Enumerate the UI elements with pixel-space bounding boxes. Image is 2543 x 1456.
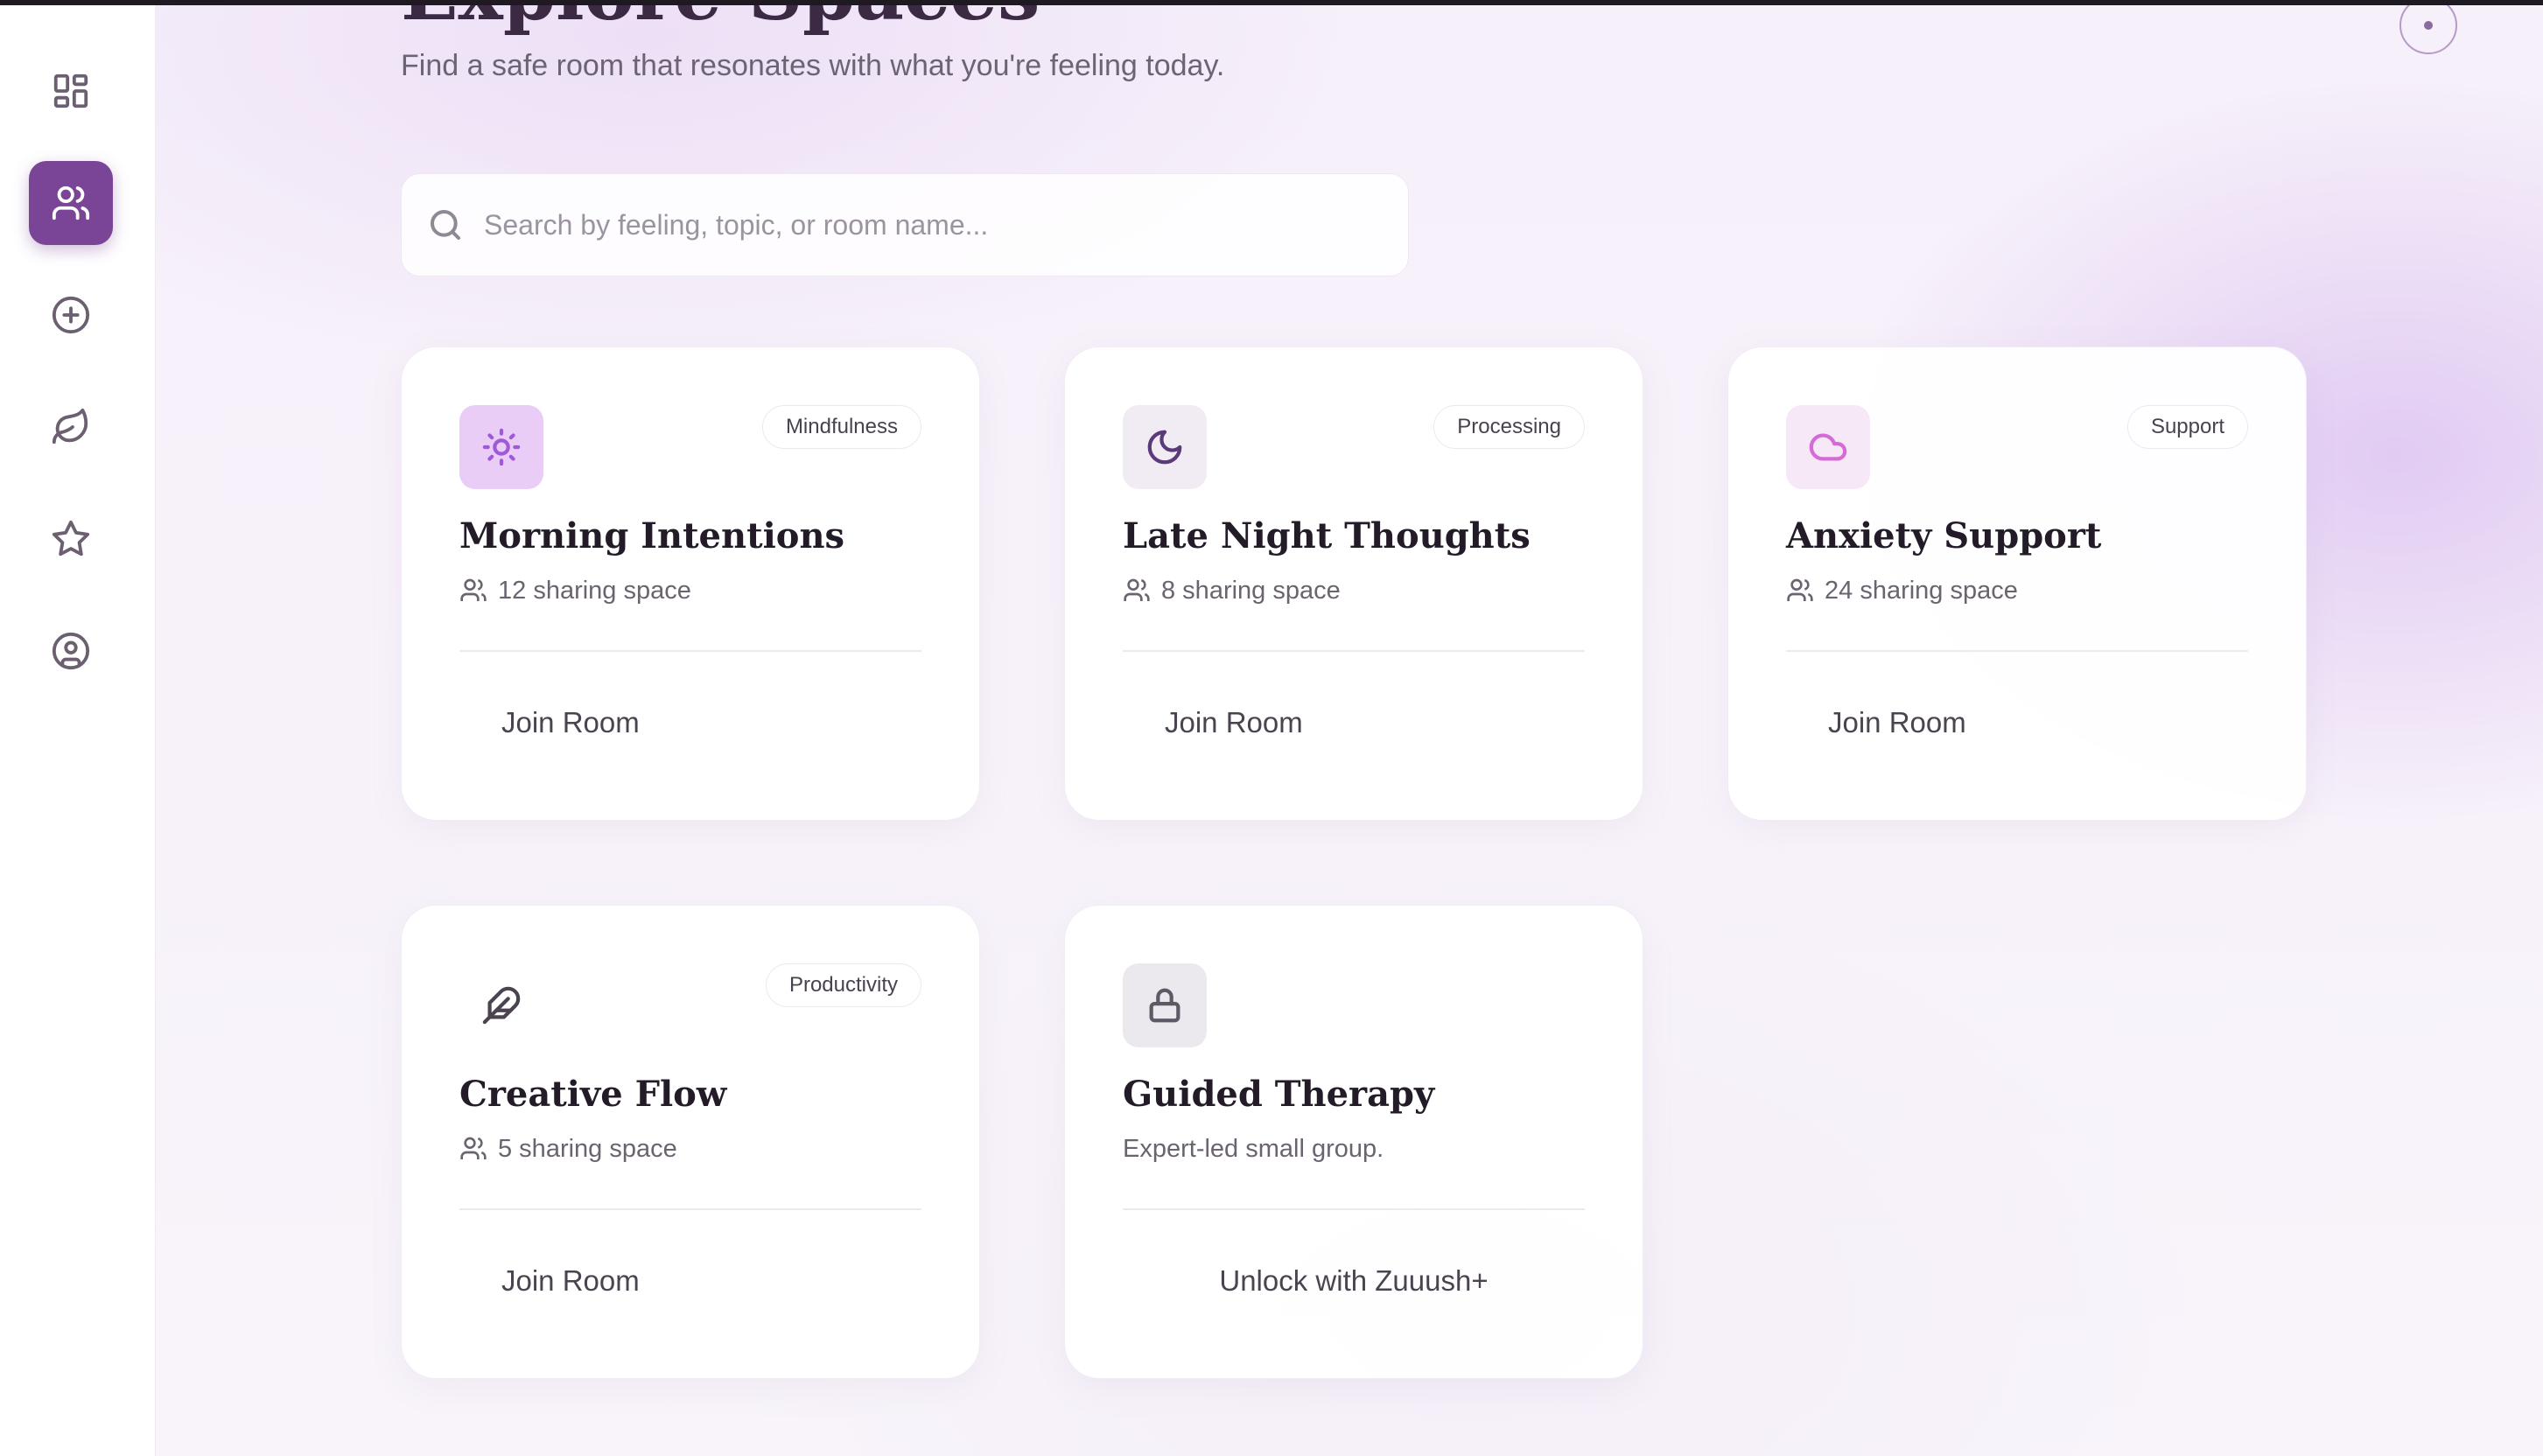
- join-room-button[interactable]: Join Room: [459, 683, 921, 762]
- users-icon: [52, 186, 90, 220]
- room-description: Expert-led small group.: [1123, 1134, 1384, 1163]
- search-bar: [401, 173, 1409, 276]
- card-divider: [459, 1208, 921, 1210]
- sidebar-item-wellness[interactable]: [29, 385, 113, 469]
- room-tag: Productivity: [765, 963, 921, 1007]
- main-content: Explore Spaces Find a safe room that res…: [156, 0, 2543, 1456]
- dashboard-icon: [53, 74, 88, 108]
- room-icon-box: [1786, 405, 1870, 489]
- users-icon: [1124, 578, 1150, 601]
- cloud-icon: [1809, 433, 1847, 461]
- room-meta: 24 sharing space: [1786, 573, 2018, 608]
- room-icon-box: [1123, 405, 1207, 489]
- users-icon: [460, 578, 487, 601]
- join-room-button[interactable]: Join Room: [459, 1242, 921, 1320]
- dot-icon: [2424, 21, 2433, 30]
- sidebar-item-favorites[interactable]: [29, 497, 113, 581]
- status-indicator-button[interactable]: [2399, 0, 2457, 54]
- room-member-count: 24 sharing space: [1825, 576, 2018, 605]
- search-icon: [431, 210, 460, 240]
- room-meta: 12 sharing space: [459, 573, 691, 608]
- join-room-button[interactable]: Join Room: [1786, 683, 2248, 762]
- users-icon: [460, 1137, 487, 1159]
- plus-circle-icon: [52, 296, 90, 334]
- room-title: Morning Intentions: [459, 515, 845, 556]
- feather-icon: [482, 986, 521, 1025]
- room-title: Guided Therapy: [1123, 1074, 1435, 1115]
- room-icon-box: [1123, 963, 1207, 1047]
- room-meta: Expert-led small group.: [1123, 1131, 1384, 1166]
- sun-icon: [482, 428, 521, 466]
- room-card-anxiety-support: Support Anxiety Support 24 sharing space…: [1727, 346, 2307, 821]
- card-divider: [459, 650, 921, 652]
- room-title: Late Night Thoughts: [1123, 515, 1531, 556]
- card-divider: [1786, 650, 2248, 652]
- star-icon: [52, 520, 90, 556]
- join-room-button[interactable]: Join Room: [1123, 683, 1585, 762]
- lock-icon: [1149, 988, 1180, 1023]
- sidebar-item-spaces[interactable]: [29, 161, 113, 245]
- search-input[interactable]: [484, 208, 1377, 242]
- room-tag: Processing: [1433, 405, 1585, 449]
- room-title: Anxiety Support: [1786, 515, 2102, 556]
- window-top-bar: [0, 0, 2543, 5]
- leaf-icon: [52, 408, 88, 444]
- moon-icon: [1147, 430, 1182, 465]
- card-divider: [1123, 1208, 1585, 1210]
- sidebar-item-dashboard[interactable]: [29, 49, 113, 133]
- users-icon: [1787, 578, 1813, 601]
- room-member-count: 12 sharing space: [498, 576, 691, 605]
- room-meta: 8 sharing space: [1123, 573, 1341, 608]
- room-card-creative-flow: Productivity Creative Flow 5 sharing spa…: [401, 905, 980, 1379]
- page-subtitle: Find a safe room that resonates with wha…: [401, 49, 1225, 82]
- room-card-late-night-thoughts: Processing Late Night Thoughts 8 sharing…: [1064, 346, 1643, 821]
- room-card-morning-intentions: Mindfulness Morning Intentions 12 sharin…: [401, 346, 980, 821]
- sidebar-item-profile[interactable]: [29, 609, 113, 693]
- room-title: Creative Flow: [459, 1074, 727, 1115]
- sidebar-item-create[interactable]: [29, 273, 113, 357]
- room-member-count: 5 sharing space: [498, 1134, 677, 1163]
- room-icon-box: [459, 963, 543, 1047]
- room-tag: Support: [2126, 405, 2248, 449]
- room-icon-box: [459, 405, 543, 489]
- room-tag: Mindfulness: [761, 405, 921, 449]
- unlock-premium-button[interactable]: Unlock with Zuuush+: [1123, 1242, 1585, 1320]
- page-title: Explore Spaces: [401, 0, 1040, 38]
- room-member-count: 8 sharing space: [1161, 576, 1341, 605]
- room-meta: 5 sharing space: [459, 1131, 677, 1166]
- user-circle-icon: [52, 632, 90, 670]
- sidebar: [0, 0, 156, 1456]
- room-card-guided-therapy: Guided Therapy Expert-led small group. U…: [1064, 905, 1643, 1379]
- card-divider: [1123, 650, 1585, 652]
